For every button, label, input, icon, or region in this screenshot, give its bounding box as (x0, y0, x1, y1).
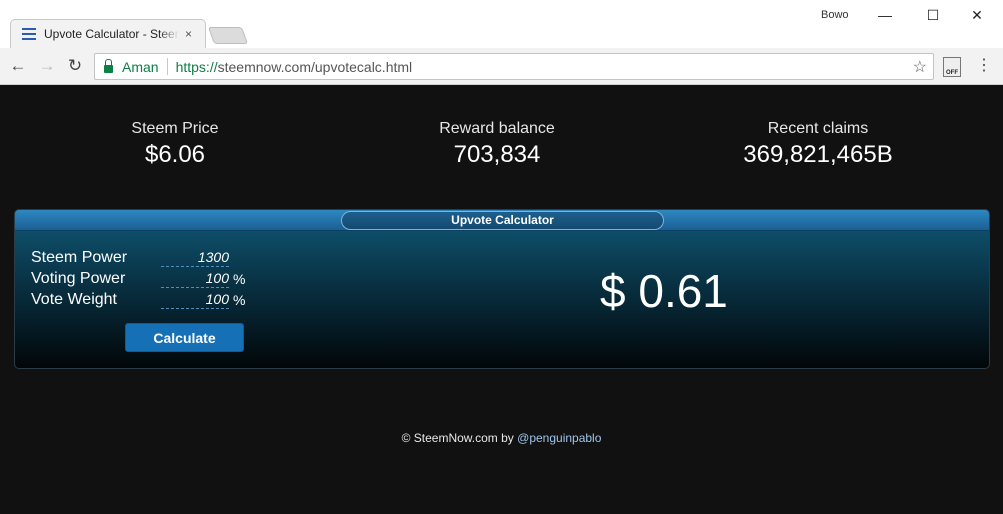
bookmark-star-icon[interactable]: ☆ (913, 57, 927, 77)
stat-steem-price: Steem Price $6.06 (25, 120, 325, 169)
stat-label: Recent claims (767, 120, 869, 137)
extension-icon[interactable]: OFF (943, 57, 961, 77)
field-steem-power: Steem Power (31, 247, 229, 268)
new-tab-button[interactable] (207, 27, 249, 44)
back-arrow-icon[interactable]: ← (7, 55, 29, 77)
field-unit: % (233, 291, 246, 308)
steem-power-input[interactable] (161, 248, 229, 267)
field-voting-power: Voting Power % (31, 268, 245, 289)
reload-icon[interactable]: ↻ (64, 55, 86, 77)
calculator-title: Upvote Calculator (341, 211, 664, 230)
calculator-header: Upvote Calculator (15, 210, 989, 231)
window-titlebar: Upvote Calculator - SteemNow × Bowo — ☐ … (0, 0, 1003, 48)
field-label: Voting Power (31, 269, 126, 287)
url-path[interactable]: steemnow.com/upvotecalc.html (218, 59, 413, 75)
upvote-calculator-panel: Upvote Calculator Steem Power Voting Pow… (14, 209, 990, 369)
stat-label: Steem Price (131, 120, 219, 137)
calculate-button[interactable]: Calculate (125, 323, 244, 352)
tab-title: Upvote Calculator - SteemNow (44, 26, 179, 41)
lock-icon (104, 58, 113, 73)
stat-reward-balance: Reward balance 703,834 (347, 120, 647, 169)
field-unit: % (233, 270, 246, 287)
footer-text: © SteemNow.com by (401, 431, 518, 445)
stat-value: 703,834 (453, 141, 541, 168)
profile-name[interactable]: Bowo (821, 9, 849, 21)
field-vote-weight: Vote Weight % (31, 289, 245, 310)
browser-toolbar: ← → ↻ Aman https:// steemnow.com/upvotec… (0, 48, 1003, 85)
maximize-icon[interactable]: ☐ (918, 5, 948, 25)
stat-value: $6.06 (144, 141, 206, 168)
tab-favicon-icon (22, 27, 36, 40)
voting-power-input[interactable] (161, 269, 229, 288)
stat-label: Reward balance (439, 120, 555, 137)
upvote-value-result: $ 0.61 (600, 265, 728, 317)
page-footer: © SteemNow.com by @penguinpablo (0, 431, 1003, 445)
close-window-icon[interactable]: ✕ (962, 5, 992, 25)
tab-close-icon[interactable]: × (185, 27, 192, 41)
forward-arrow-icon[interactable]: → (36, 55, 58, 77)
stat-recent-claims: Recent claims 369,821,465B (668, 120, 968, 169)
address-separator (166, 58, 168, 75)
url-scheme[interactable]: https:// (176, 59, 218, 75)
secure-label[interactable]: Aman (122, 59, 159, 75)
minimize-icon[interactable]: — (870, 5, 900, 25)
vote-weight-input[interactable] (161, 290, 229, 309)
field-label: Steem Power (31, 248, 128, 266)
stat-value: 369,821,465B (743, 141, 893, 168)
field-label: Vote Weight (31, 290, 117, 308)
address-bar[interactable]: Aman https:// steemnow.com/upvotecalc.ht… (94, 53, 934, 80)
browser-menu-icon[interactable]: ⋮ (976, 56, 992, 76)
browser-tab-content[interactable]: Upvote Calculator - SteemNow × (22, 19, 202, 48)
author-link[interactable]: @penguinpablo (517, 431, 601, 445)
